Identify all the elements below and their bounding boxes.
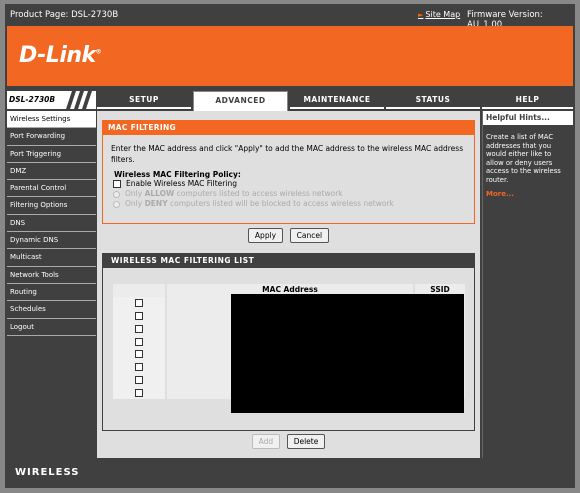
row-checkbox[interactable] bbox=[135, 299, 143, 308]
brand-banner: D-Link® bbox=[7, 26, 573, 86]
router-admin-page: Product Page: DSL-2730B ► Site Map Firmwa… bbox=[5, 4, 575, 488]
help-title: Helpful Hints... bbox=[483, 111, 573, 125]
deny-option-label: Only DENY computers listed will be block… bbox=[125, 199, 394, 209]
main-content: MAC FILTERING Enter the MAC address and … bbox=[97, 111, 480, 458]
row-checkbox[interactable] bbox=[135, 311, 143, 320]
row-checkbox[interactable] bbox=[135, 337, 143, 346]
sidebar-item-filtering-options[interactable]: Filtering Options bbox=[7, 197, 96, 215]
sidebar-item-dns[interactable]: DNS bbox=[7, 214, 96, 233]
help-text: Create a list of MAC addresses that you … bbox=[486, 133, 561, 184]
row-select-cell bbox=[113, 335, 165, 348]
slashes-decoration-icon bbox=[66, 91, 92, 109]
tab-maintenance[interactable]: MAINTENANCE bbox=[290, 91, 384, 109]
help-more-link[interactable]: More... bbox=[483, 184, 573, 198]
deny-prefix: Only bbox=[125, 199, 145, 208]
product-page-label: Product Page: DSL-2730B bbox=[10, 10, 119, 20]
cancel-button[interactable]: Cancel bbox=[289, 228, 330, 243]
sidebar-item-routing[interactable]: Routing bbox=[7, 283, 96, 302]
row-select-cell bbox=[113, 386, 165, 400]
sidebar-item-schedules[interactable]: Schedules bbox=[7, 301, 96, 319]
deny-option-row: Only DENY computers listed will be block… bbox=[113, 199, 474, 209]
row-select-cell bbox=[113, 322, 165, 336]
row-select-cell bbox=[113, 347, 165, 361]
row-checkbox[interactable] bbox=[135, 324, 143, 333]
sidebar-item-parental-control[interactable]: Parental Control bbox=[7, 180, 96, 198]
logo-text: D-Link bbox=[19, 43, 96, 68]
tab-help[interactable]: HELP bbox=[482, 91, 573, 109]
tab-setup[interactable]: SETUP bbox=[97, 91, 191, 109]
redacted-area bbox=[231, 294, 464, 413]
row-select-cell bbox=[113, 373, 165, 387]
apply-cancel-row: Apply Cancel bbox=[97, 228, 480, 243]
enable-filtering-checkbox[interactable] bbox=[113, 180, 121, 188]
site-map-link[interactable]: ► Site Map bbox=[418, 10, 460, 19]
row-checkbox[interactable] bbox=[135, 388, 143, 397]
footer-label: WIRELESS bbox=[7, 461, 573, 485]
row-checkbox[interactable] bbox=[135, 363, 143, 372]
allow-word: ALLOW bbox=[144, 189, 175, 198]
enable-filtering-label: Enable Wireless MAC Filtering bbox=[126, 179, 237, 188]
mac-filtering-description: Enter the MAC address and click "Apply" … bbox=[111, 144, 464, 164]
top-bar: Product Page: DSL-2730B ► Site Map Firmwa… bbox=[5, 4, 575, 30]
deny-radio[interactable] bbox=[113, 200, 120, 208]
top-tabs: SETUP ADVANCED MAINTENANCE STATUS HELP bbox=[97, 91, 573, 111]
dlink-logo: D-Link® bbox=[19, 43, 102, 68]
allow-prefix: Only bbox=[125, 189, 145, 198]
mac-filtering-title: MAC FILTERING bbox=[103, 121, 474, 135]
tab-advanced[interactable]: ADVANCED bbox=[193, 91, 288, 111]
mac-list-title: WIRELESS MAC FILTERING LIST bbox=[103, 254, 474, 268]
tab-status[interactable]: STATUS bbox=[386, 91, 480, 109]
allow-option-label: Only ALLOW computers listed to access wi… bbox=[125, 189, 343, 199]
apply-button[interactable]: Apply bbox=[247, 228, 284, 243]
help-panel: Helpful Hints... Create a list of MAC ad… bbox=[482, 111, 573, 458]
arrow-icon: ► bbox=[418, 11, 424, 19]
allow-option-row: Only ALLOW computers listed to access wi… bbox=[113, 189, 474, 199]
registered-mark: ® bbox=[95, 48, 102, 56]
row-select-cell bbox=[113, 296, 165, 310]
add-button[interactable]: Add bbox=[251, 434, 281, 449]
sidebar-item-port-triggering[interactable]: Port Triggering bbox=[7, 145, 96, 163]
header-select-cell bbox=[113, 284, 165, 297]
site-map-label: Site Map bbox=[425, 10, 461, 19]
row-checkbox[interactable] bbox=[135, 350, 143, 359]
model-label-bar: DSL-2730B bbox=[7, 91, 96, 109]
model-label: DSL-2730B bbox=[9, 95, 56, 104]
sidebar-item-dynamic-dns[interactable]: Dynamic DNS bbox=[7, 232, 96, 250]
sidebar-item-dmz[interactable]: DMZ bbox=[7, 162, 96, 181]
deny-word: DENY bbox=[144, 199, 168, 208]
delete-button[interactable]: Delete bbox=[286, 434, 326, 449]
add-delete-row: Add Delete bbox=[97, 434, 480, 449]
mac-filtering-panel: MAC FILTERING Enter the MAC address and … bbox=[102, 120, 475, 224]
enable-filtering-row: Enable Wireless MAC Filtering bbox=[113, 179, 474, 189]
sidebar: Wireless Settings Port Forwarding Port T… bbox=[7, 111, 96, 336]
row-select-cell bbox=[113, 360, 165, 374]
sidebar-item-multicast[interactable]: Multicast bbox=[7, 249, 96, 267]
sidebar-item-logout[interactable]: Logout bbox=[7, 318, 96, 336]
allow-suffix: computers listed to access wireless netw… bbox=[174, 189, 343, 198]
deny-suffix: computers listed will be blocked to acce… bbox=[167, 199, 394, 208]
row-checkbox[interactable] bbox=[135, 375, 143, 384]
sidebar-item-wireless-settings[interactable]: Wireless Settings bbox=[7, 111, 96, 129]
sidebar-item-network-tools[interactable]: Network Tools bbox=[7, 266, 96, 284]
allow-radio[interactable] bbox=[113, 190, 120, 198]
policy-title: Wireless MAC Filtering Policy: bbox=[114, 170, 241, 179]
row-select-cell bbox=[113, 309, 165, 323]
sidebar-item-port-forwarding[interactable]: Port Forwarding bbox=[7, 128, 96, 146]
